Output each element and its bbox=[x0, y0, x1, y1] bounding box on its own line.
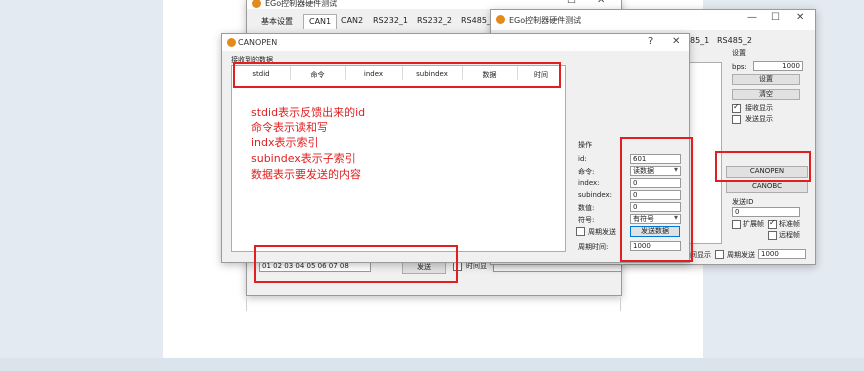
canopen-button-highlight bbox=[715, 151, 811, 182]
sign-label: 符号: bbox=[578, 216, 595, 224]
send-id-input[interactable]: 0 bbox=[732, 207, 800, 217]
help-icon[interactable]: ? bbox=[648, 36, 653, 47]
bps-input[interactable]: 1000 bbox=[753, 61, 803, 71]
tab-rs232-1[interactable]: RS232_1 bbox=[373, 16, 408, 25]
annotation-line-1: stdid表示反馈出来的id bbox=[251, 106, 366, 119]
canobc-button[interactable]: CANOBC bbox=[726, 181, 808, 193]
back-window-gutter-right bbox=[620, 297, 621, 311]
tab-rs232-2[interactable]: RS232_2 bbox=[417, 16, 452, 25]
close-icon[interactable]: ✕ bbox=[796, 12, 804, 23]
annotation-line-4: subindex表示子索引 bbox=[251, 152, 356, 165]
header-highlight-box bbox=[233, 62, 561, 88]
std-frame-checkbox[interactable] bbox=[768, 218, 777, 229]
annotation-line-3: indx表示索引 bbox=[251, 136, 319, 149]
annotation-line-5: 数据表示要发送的内容 bbox=[251, 168, 361, 181]
time-display-partial-label: 间显示 bbox=[690, 251, 711, 259]
periodic-send-label: 周期发送 bbox=[727, 251, 755, 259]
ops-highlight-box bbox=[620, 137, 693, 262]
tab-can1[interactable]: CAN1 bbox=[303, 14, 338, 29]
periodic-send-checkbox[interactable] bbox=[576, 227, 585, 236]
receive-display-label: 接收显示 bbox=[745, 104, 773, 112]
close-icon[interactable]: ✕ bbox=[597, 0, 605, 6]
periodic-input[interactable]: 1000 bbox=[758, 249, 806, 259]
data-input-highlight bbox=[254, 245, 458, 283]
ext-frame-checkbox[interactable] bbox=[732, 220, 741, 229]
periodic-send-label: 周期发送 bbox=[588, 228, 616, 236]
bps-label: bps: bbox=[732, 63, 747, 71]
minimize-icon[interactable]: — bbox=[747, 12, 757, 23]
back-window-gutter-left bbox=[246, 297, 247, 311]
app-logo-icon bbox=[496, 15, 505, 24]
tab-can2[interactable]: CAN2 bbox=[341, 16, 363, 25]
value-label: 数值: bbox=[578, 204, 595, 212]
period-time-label: 周期时间: bbox=[578, 243, 609, 251]
bottom-strip bbox=[0, 358, 864, 371]
send-display-checkbox[interactable] bbox=[732, 115, 741, 124]
operation-group-label: 操作 bbox=[578, 141, 592, 149]
close-icon[interactable]: ✕ bbox=[672, 36, 680, 47]
maximize-icon[interactable]: ☐ bbox=[567, 0, 576, 6]
right-window-title: EGo控制器硬件测试 bbox=[509, 16, 582, 25]
subindex-label: subindex: bbox=[578, 191, 613, 199]
tab-rs485-1-partial[interactable]: 85_1 bbox=[690, 36, 709, 45]
back-window-title: EGo控制器硬件测试 bbox=[265, 0, 338, 8]
app-logo-icon bbox=[252, 0, 261, 8]
canopen-titlebar: CANOPEN ? ✕ bbox=[222, 34, 689, 51]
receive-display-checkbox[interactable] bbox=[732, 102, 741, 113]
ext-frame-label: 扩展帧 bbox=[743, 220, 764, 228]
std-frame-label: 标准帧 bbox=[779, 220, 800, 228]
right-window-titlebar: EGo控制器硬件测试 — ☐ ✕ bbox=[491, 10, 815, 30]
canopen-title: CANOPEN bbox=[238, 38, 278, 47]
command-label: 命令: bbox=[578, 168, 595, 176]
app-logo-icon bbox=[227, 38, 236, 47]
tab-basic-settings[interactable]: 基本设置 bbox=[261, 16, 293, 27]
clear-button[interactable]: 清空 bbox=[732, 89, 800, 100]
set-button[interactable]: 设置 bbox=[732, 74, 800, 85]
send-id-label: 发送ID bbox=[732, 198, 754, 206]
maximize-icon[interactable]: ☐ bbox=[771, 12, 780, 23]
remote-frame-label: 远程帧 bbox=[779, 231, 800, 239]
index-label: index: bbox=[578, 179, 600, 187]
periodic-send-checkbox[interactable] bbox=[715, 250, 724, 259]
send-display-label: 发送显示 bbox=[745, 115, 773, 123]
annotation-line-2: 命令表示读和写 bbox=[251, 121, 328, 134]
settings-group-label: 设置 bbox=[732, 49, 746, 57]
remote-frame-checkbox[interactable] bbox=[768, 231, 777, 240]
id-label: id: bbox=[578, 155, 587, 163]
back-window-titlebar: EGo控制器硬件测试 ☐ ✕ bbox=[247, 0, 621, 9]
tab-rs485-2[interactable]: RS485_2 bbox=[717, 36, 752, 45]
